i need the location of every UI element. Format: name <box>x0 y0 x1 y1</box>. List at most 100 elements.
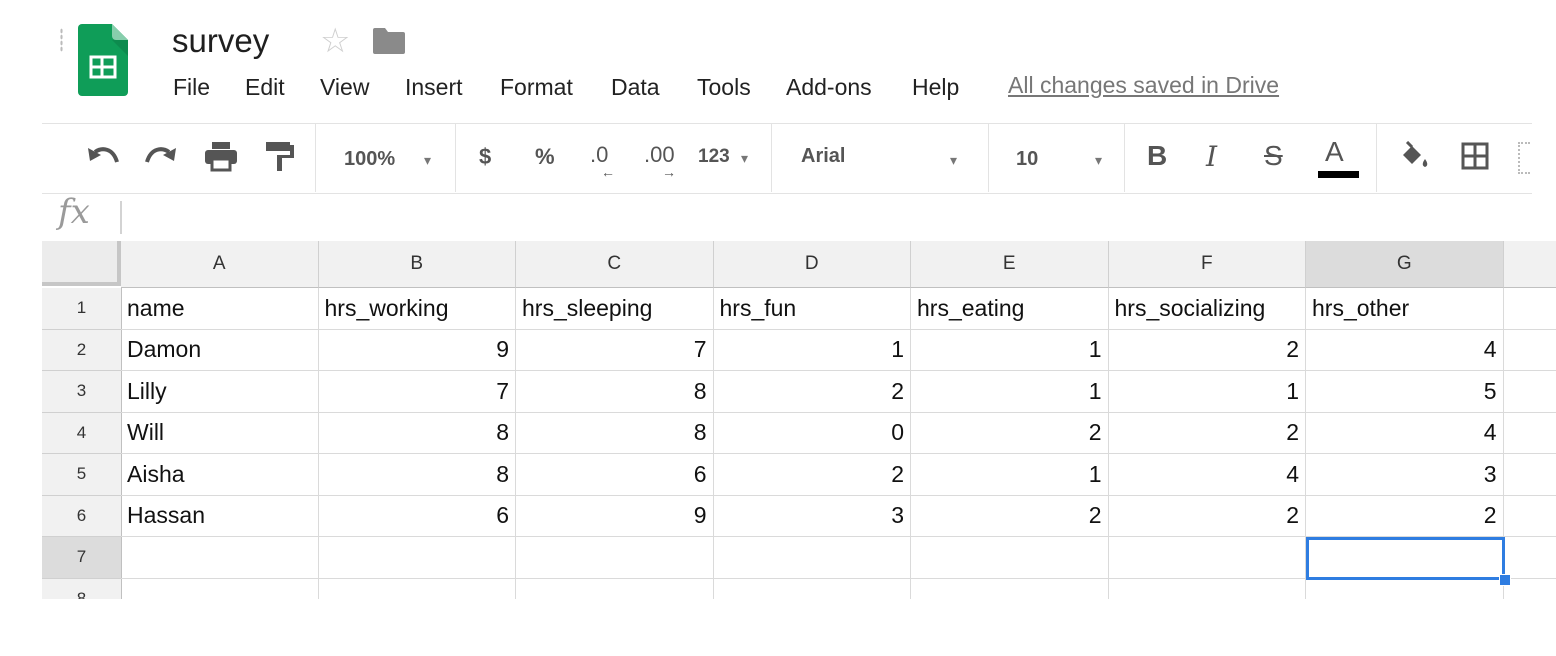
cell-a1[interactable]: name <box>121 288 319 330</box>
undo-icon[interactable] <box>86 142 120 172</box>
column-header-c[interactable]: C <box>516 241 714 288</box>
column-header-f[interactable]: F <box>1108 241 1306 288</box>
italic-button[interactable]: I <box>1206 140 1217 173</box>
cell-b7[interactable] <box>318 537 516 579</box>
menu-file[interactable]: File <box>173 74 210 101</box>
cell-g1[interactable]: hrs_other <box>1306 288 1504 330</box>
menu-help[interactable]: Help <box>912 74 959 101</box>
cell-f6[interactable]: 2 <box>1108 495 1306 537</box>
cell-a6[interactable]: Hassan <box>121 495 319 537</box>
font-family-select[interactable]: Arial <box>801 141 845 171</box>
cell-overflow-1[interactable] <box>1503 288 1556 330</box>
cell-d1[interactable]: hrs_fun <box>713 288 911 330</box>
menu-view[interactable]: View <box>320 74 369 101</box>
cell-d3[interactable]: 2 <box>713 371 911 413</box>
more-formats-chevron-down-icon[interactable]: ▾ <box>741 150 748 167</box>
cell-a2[interactable]: Damon <box>121 329 319 371</box>
cell-f2[interactable]: 2 <box>1108 329 1306 371</box>
cell-c6[interactable]: 9 <box>516 495 714 537</box>
save-status-link[interactable]: All changes saved in Drive <box>1008 72 1279 99</box>
document-title[interactable]: survey <box>172 22 269 60</box>
menu-format[interactable]: Format <box>500 74 573 101</box>
font-size-select[interactable]: 10 <box>1016 144 1038 174</box>
cell-d7[interactable] <box>713 537 911 579</box>
cell-c4[interactable]: 8 <box>516 412 714 454</box>
cell-d8[interactable] <box>714 578 911 599</box>
redo-icon[interactable] <box>144 142 178 172</box>
menu-addons[interactable]: Add-ons <box>786 74 872 101</box>
menu-tools[interactable]: Tools <box>697 74 751 101</box>
cell-e5[interactable]: 1 <box>911 454 1109 496</box>
cell-a3[interactable]: Lilly <box>121 371 319 413</box>
format-currency-button[interactable]: $ <box>479 142 491 172</box>
print-icon[interactable] <box>204 140 238 172</box>
cell-f4[interactable]: 2 <box>1108 412 1306 454</box>
cell-e4[interactable]: 2 <box>911 412 1109 454</box>
cell-g7[interactable] <box>1306 537 1504 579</box>
cell-b1[interactable]: hrs_working <box>318 288 516 330</box>
cell-overflow-3[interactable] <box>1503 371 1556 413</box>
cell-overflow-7[interactable] <box>1503 537 1556 579</box>
merge-cells-icon[interactable] <box>1518 142 1530 174</box>
cell-c7[interactable] <box>516 537 714 579</box>
borders-icon[interactable] <box>1461 142 1489 170</box>
formula-input[interactable] <box>130 200 1530 236</box>
cell-c8[interactable] <box>516 578 714 599</box>
cell-b2[interactable]: 9 <box>318 329 516 371</box>
menu-insert[interactable]: Insert <box>405 74 463 101</box>
cell-d2[interactable]: 1 <box>713 329 911 371</box>
cell-g8[interactable] <box>1306 578 1504 599</box>
font-chevron-down-icon[interactable]: ▾ <box>950 152 957 169</box>
strikethrough-button[interactable]: S <box>1264 140 1283 172</box>
font-size-chevron-down-icon[interactable]: ▾ <box>1095 152 1102 169</box>
cell-g3[interactable]: 5 <box>1306 371 1504 413</box>
cell-overflow-2[interactable] <box>1503 330 1556 371</box>
cell-e6[interactable]: 2 <box>911 495 1109 537</box>
row-header-5[interactable]: 5 <box>42 454 122 496</box>
zoom-select[interactable]: 100% <box>344 144 395 174</box>
cell-overflow-4[interactable] <box>1503 413 1556 454</box>
column-header-e[interactable]: E <box>911 241 1109 288</box>
cell-a5[interactable]: Aisha <box>121 454 319 496</box>
cell-f3[interactable]: 1 <box>1108 371 1306 413</box>
bold-button[interactable]: B <box>1147 140 1167 172</box>
cell-g4[interactable]: 4 <box>1306 412 1504 454</box>
cell-overflow-6[interactable] <box>1503 496 1556 537</box>
row-header-7[interactable]: 7 <box>42 537 122 579</box>
row-header-1[interactable]: 1 <box>42 288 122 330</box>
cell-b8[interactable] <box>319 578 516 599</box>
row-header-6[interactable]: 6 <box>42 495 122 537</box>
cell-e1[interactable]: hrs_eating <box>911 288 1109 330</box>
cell-a8[interactable] <box>121 578 319 599</box>
cell-b6[interactable]: 6 <box>318 495 516 537</box>
cell-e8[interactable] <box>911 578 1109 599</box>
star-icon[interactable]: ☆ <box>320 22 350 60</box>
row-header-8[interactable]: 8 <box>42 578 122 599</box>
cell-f7[interactable] <box>1108 537 1306 579</box>
more-formats-button[interactable]: 123 <box>698 142 730 172</box>
cell-e3[interactable]: 1 <box>911 371 1109 413</box>
cell-g5[interactable]: 3 <box>1306 454 1504 496</box>
menu-edit[interactable]: Edit <box>245 74 285 101</box>
fill-color-icon[interactable] <box>1398 141 1428 171</box>
cell-d6[interactable]: 3 <box>713 495 911 537</box>
cell-c3[interactable]: 8 <box>516 371 714 413</box>
cell-d4[interactable]: 0 <box>713 412 911 454</box>
column-header-g[interactable]: G <box>1306 241 1504 288</box>
cell-e2[interactable]: 1 <box>911 329 1109 371</box>
cell-c5[interactable]: 6 <box>516 454 714 496</box>
cell-a4[interactable]: Will <box>121 412 319 454</box>
row-header-4[interactable]: 4 <box>42 412 122 454</box>
row-header-3[interactable]: 3 <box>42 371 122 413</box>
cell-d5[interactable]: 2 <box>713 454 911 496</box>
format-percent-button[interactable]: % <box>535 142 555 172</box>
cell-f5[interactable]: 4 <box>1108 454 1306 496</box>
sheets-logo-icon[interactable] <box>78 24 128 96</box>
folder-icon[interactable] <box>373 27 405 54</box>
cell-f8[interactable] <box>1109 578 1306 599</box>
column-header-b[interactable]: B <box>318 241 516 288</box>
column-header-overflow[interactable] <box>1503 241 1556 288</box>
cell-overflow-5[interactable] <box>1503 454 1556 496</box>
cell-g2[interactable]: 4 <box>1306 329 1504 371</box>
cell-g6[interactable]: 2 <box>1306 495 1504 537</box>
